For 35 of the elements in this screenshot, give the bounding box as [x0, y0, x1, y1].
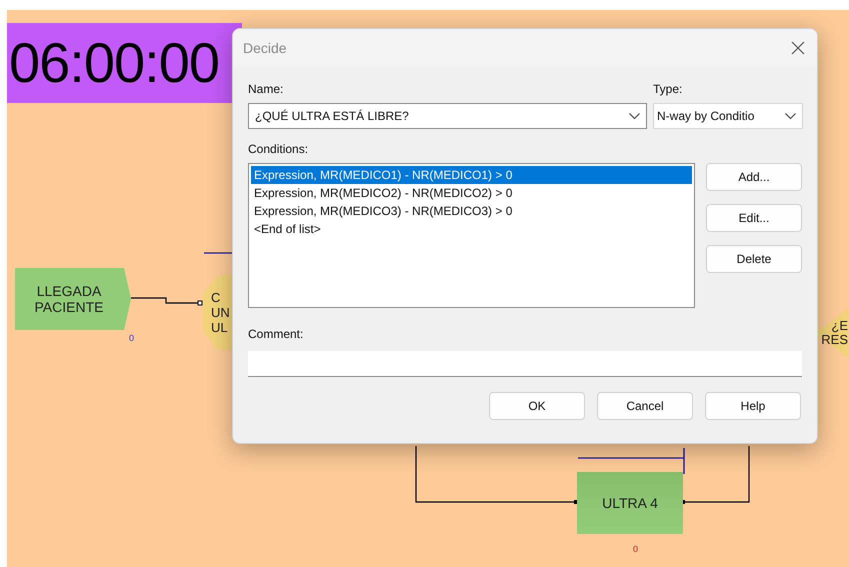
- module-label: C: [211, 290, 220, 305]
- field-label: Conditions:: [248, 141, 310, 157]
- module-label: ULTRA 4: [602, 495, 658, 511]
- clock-display: 06:00:00: [7, 23, 242, 103]
- module-label: ¿E: [831, 319, 848, 333]
- type-dropdown[interactable]: N-way by Conditio: [653, 103, 803, 129]
- module-label: PACIENTE: [34, 299, 104, 315]
- queue-line: [204, 252, 232, 254]
- module-label: UN: [211, 305, 230, 320]
- counter-label: 0: [129, 333, 134, 343]
- comment-field[interactable]: [248, 351, 802, 377]
- dialog-button[interactable]: Edit...: [706, 204, 802, 232]
- dialog-button[interactable]: OK: [489, 392, 585, 420]
- list-item[interactable]: Expression, MR(MEDICO3) - NR(MEDICO3) > 0: [251, 202, 692, 220]
- dialog-title: Decide: [243, 40, 287, 56]
- dialog-button[interactable]: Delete: [706, 245, 802, 273]
- connector-line: [131, 297, 202, 306]
- list-item[interactable]: Expression, MR(MEDICO2) - NR(MEDICO2) > 0: [251, 184, 692, 202]
- list-item[interactable]: Expression, MR(MEDICO1) - NR(MEDICO1) > 0: [251, 166, 692, 184]
- counter-label: 0: [633, 544, 638, 554]
- close-icon[interactable]: [789, 39, 807, 57]
- module-label: UL: [211, 320, 228, 335]
- dialog-button[interactable]: Cancel: [597, 392, 693, 420]
- chevron-down-icon: [629, 112, 640, 120]
- name-dropdown[interactable]: ¿QUÉ ULTRA ESTÁ LIBRE?: [248, 103, 647, 129]
- chevron-down-icon: [785, 112, 796, 120]
- module-label: LLEGADA: [36, 283, 102, 299]
- dialog-button[interactable]: Add...: [706, 163, 802, 191]
- field-label: Comment:: [248, 326, 304, 342]
- dialog-button[interactable]: Help: [705, 392, 801, 420]
- field-label: Name:: [248, 81, 284, 97]
- module-label: RES: [821, 333, 848, 347]
- field-label: Type:: [653, 81, 684, 97]
- list-item[interactable]: <End of list>: [251, 220, 692, 238]
- connector-line: [682, 446, 750, 504]
